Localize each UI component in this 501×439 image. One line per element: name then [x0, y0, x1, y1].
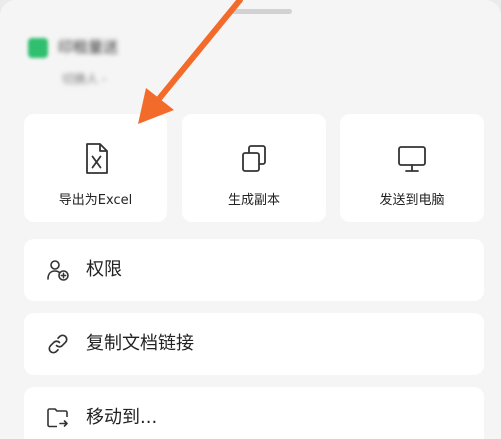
copy-link-label: 复制文档链接: [86, 333, 194, 354]
monitor-icon: [398, 146, 426, 172]
menu-item-copy-link[interactable]: 复制文档链接: [24, 313, 484, 375]
copy-icon: [242, 145, 266, 172]
make-copy-button[interactable]: 生成副本: [182, 114, 326, 222]
send-to-pc-label: 发送到电脑: [379, 193, 445, 208]
export-excel-label: 导出为Excel: [58, 193, 133, 208]
send-to-pc-button[interactable]: 发送到电脑: [340, 114, 484, 222]
drag-handle[interactable]: [230, 9, 292, 14]
menu-item-permissions[interactable]: 权限: [24, 239, 484, 301]
document-header: 印租量送 切换人 -: [24, 30, 484, 100]
document-icon: [28, 38, 48, 58]
excel-file-icon: [85, 143, 108, 174]
move-to-label: 移动到...: [86, 407, 158, 428]
document-title: 印租量送: [58, 38, 119, 56]
export-excel-button[interactable]: 导出为Excel: [24, 114, 167, 222]
share-bottom-sheet: 印租量送 切换人 - 导出为Excel 生成副本 发送到电脑 权限 复制文档链接…: [0, 0, 501, 439]
permissions-label: 权限: [86, 259, 122, 280]
link-icon: [48, 334, 68, 354]
make-copy-label: 生成副本: [227, 193, 280, 208]
add-user-icon: [47, 260, 69, 281]
move-folder-icon: [47, 408, 68, 428]
menu-item-move-to[interactable]: 移动到...: [24, 387, 484, 439]
document-subtitle: 切换人 -: [62, 72, 107, 86]
